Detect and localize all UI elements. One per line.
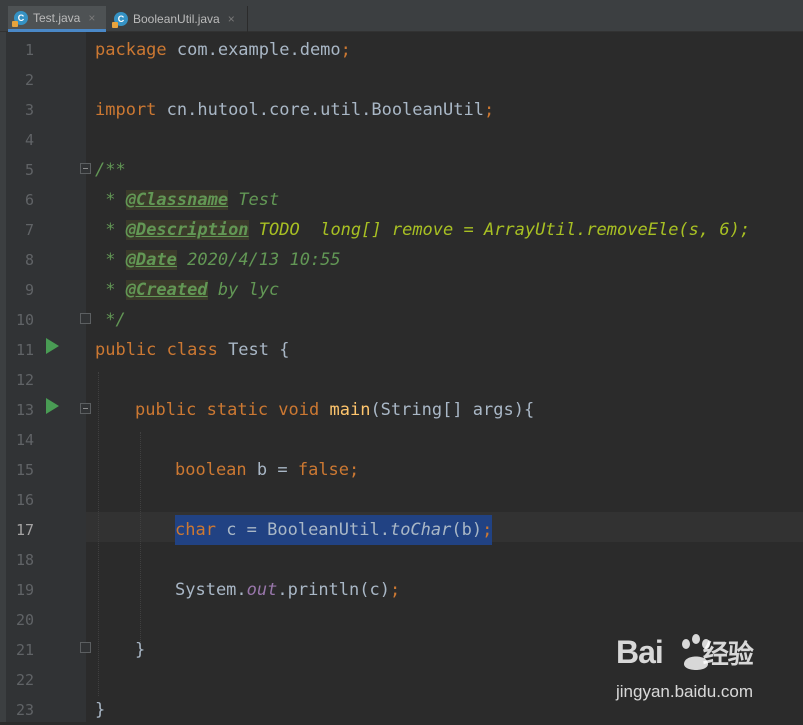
line-number: 22 xyxy=(15,671,34,689)
tab-label: Test.java xyxy=(33,10,81,25)
indent-guide xyxy=(98,372,99,696)
line-number: 2 xyxy=(24,71,34,89)
code-line-17-selected: char c = BooleanUtil.toChar(b); xyxy=(175,515,493,545)
fold-icon[interactable] xyxy=(80,403,91,414)
line-number: 13 xyxy=(15,401,34,419)
close-icon[interactable]: × xyxy=(228,12,235,26)
line-number: 7 xyxy=(24,221,34,239)
line-number: 6 xyxy=(24,191,34,209)
line-number: 9 xyxy=(24,281,34,299)
close-icon[interactable]: × xyxy=(88,11,95,25)
run-main-icon[interactable] xyxy=(46,398,59,414)
line-number: 15 xyxy=(15,461,34,479)
fold-end-icon[interactable] xyxy=(80,313,91,324)
code-line-13: public static void main(String[] args){ xyxy=(135,400,535,420)
tab-test-java[interactable]: C Test.java × xyxy=(8,6,106,32)
line-number: 11 xyxy=(15,341,34,359)
line-number: 8 xyxy=(24,251,34,269)
line-number: 5 xyxy=(24,161,34,179)
code-line-21: } xyxy=(135,640,146,660)
paw-icon xyxy=(682,634,710,670)
indent-guide xyxy=(140,432,141,642)
editor-tab-bar: C Test.java × C BooleanUtil.java × xyxy=(0,0,803,32)
line-number: 4 xyxy=(24,131,34,149)
line-number: 19 xyxy=(15,581,34,599)
code-line-5: /** xyxy=(95,160,126,180)
line-number: 10 xyxy=(15,311,34,329)
code-line-19: System.out.println(c); xyxy=(175,580,401,600)
line-number: 21 xyxy=(15,641,34,659)
tab-label: BooleanUtil.java xyxy=(133,12,220,26)
code-line-10: */ xyxy=(95,310,126,330)
tab-booleanutil-java[interactable]: C BooleanUtil.java × xyxy=(108,6,248,32)
code-line-9: * @Created by lyc xyxy=(95,280,280,300)
line-number: 17 xyxy=(15,521,34,539)
code-line-6: * @Classname Test xyxy=(95,190,280,210)
code-line-1: package com.example.demo; xyxy=(95,40,351,60)
line-number: 3 xyxy=(24,101,34,119)
code-line-3: import cn.hutool.core.util.BooleanUtil; xyxy=(95,100,495,120)
code-line-7: * @Description TODO long[] remove = Arra… xyxy=(95,220,751,240)
code-line-11: public class Test { xyxy=(95,340,290,360)
line-number: 23 xyxy=(15,701,34,719)
line-number: 14 xyxy=(15,431,34,449)
line-number: 16 xyxy=(15,491,34,509)
baidu-jingyan-watermark: Bai 经验 jingyan.baidu.com xyxy=(616,634,796,714)
run-class-icon[interactable] xyxy=(46,338,59,354)
fold-icon[interactable] xyxy=(80,163,91,174)
java-class-icon: C xyxy=(12,10,28,27)
line-number: 18 xyxy=(15,551,34,569)
watermark-url: jingyan.baidu.com xyxy=(616,682,754,701)
code-line-23: } xyxy=(95,700,106,720)
code-line-15: boolean b = false; xyxy=(175,460,360,480)
line-number: 12 xyxy=(15,371,34,389)
code-line-8: * @Date 2020/4/13 10:55 xyxy=(95,250,341,270)
line-number: 20 xyxy=(15,611,34,629)
line-number: 1 xyxy=(24,41,34,59)
fold-end-icon[interactable] xyxy=(80,642,91,653)
java-class-icon: C xyxy=(112,12,128,28)
